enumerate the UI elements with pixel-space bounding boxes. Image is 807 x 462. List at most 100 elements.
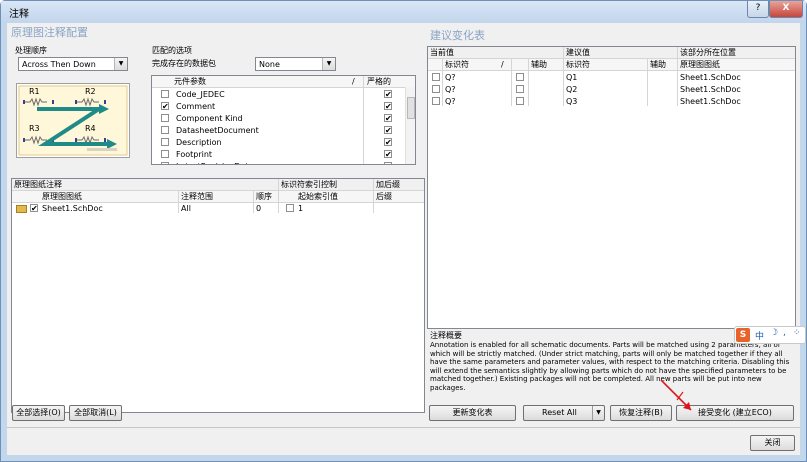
annotate-dialog: 注释 ? X 原理图注释配置 处理顺序 Across Then Down ▼ R… — [0, 0, 807, 462]
complete-packages-select[interactable]: None ▼ — [255, 57, 336, 71]
strict-checkbox[interactable]: ✔ — [384, 126, 392, 135]
change-checkbox[interactable] — [432, 97, 440, 105]
sheet-column-header: 原理图图纸 注释范围 顺序 起始索引值 后缀 — [12, 191, 424, 203]
col-current-sort: / — [501, 60, 504, 69]
sheet-name: Sheet1.SchDoc — [42, 204, 103, 213]
start-index-checkbox[interactable] — [286, 204, 294, 212]
sheet-start-index[interactable]: 1 — [298, 204, 303, 213]
strict-checkbox[interactable]: ✔ — [384, 138, 392, 147]
parameter-name: Footprint — [176, 150, 213, 159]
location-sheet: Sheet1.SchDoc — [680, 85, 741, 94]
col-location-sheet[interactable]: 原理图图纸 — [680, 59, 720, 70]
summary-title: 注释概要 — [430, 331, 462, 340]
cancel-all-button[interactable]: 全部取消(L) — [69, 405, 122, 421]
col-sort: / — [352, 77, 355, 86]
select-all-button[interactable]: 全部选择(O) — [12, 405, 65, 421]
parameter-checkbox[interactable] — [161, 150, 169, 158]
moon-icon[interactable]: ☽ — [770, 328, 778, 338]
changes-group-header: 当前值 建议值 该部分所在位置 — [428, 47, 795, 59]
close-button[interactable]: 关闭 — [750, 435, 795, 451]
change-row[interactable]: Q? Q2 Sheet1.SchDoc — [428, 83, 795, 95]
sheet-enable-checkbox[interactable]: ✔ — [30, 204, 38, 213]
parameter-checkbox[interactable] — [161, 90, 169, 98]
parameter-row[interactable]: Component Kind ✔ — [152, 112, 404, 124]
diagram-label-r1: R1 — [29, 87, 40, 96]
col-parameter[interactable]: 元件参数 — [174, 76, 206, 87]
parameter-row[interactable]: LatestRevisionDate ✔ — [152, 160, 404, 164]
folder-icon — [16, 205, 27, 213]
col-proposed-sub[interactable]: 辅助 — [650, 59, 666, 70]
change-row[interactable]: Q? Q3 Sheet1.SchDoc — [428, 95, 795, 107]
strict-checkbox[interactable]: ✔ — [384, 90, 392, 99]
col-sheet[interactable]: 原理图图纸 — [42, 191, 82, 202]
help-button[interactable]: ? — [747, 1, 769, 18]
change-checkbox[interactable] — [432, 85, 440, 93]
parameter-name: LatestRevisionDate — [176, 162, 253, 164]
strict-checkbox[interactable]: ✔ — [384, 162, 392, 164]
current-sub-checkbox[interactable] — [516, 73, 524, 81]
chevron-down-icon[interactable]: ▼ — [592, 406, 604, 420]
keyboard-icon[interactable]: ⁘ — [793, 328, 801, 338]
col-current-sub[interactable]: 辅助 — [531, 59, 547, 70]
proposed-changes-table: 当前值 建议值 该部分所在位置 标识符 / 辅助 标识符 辅助 原理图图纸 Q?… — [427, 46, 796, 329]
order-select[interactable]: Across Then Down ▼ — [18, 57, 128, 71]
chevron-down-icon: ▼ — [114, 58, 127, 70]
complete-packages-value: None — [259, 60, 280, 69]
parameter-name: Description — [176, 138, 222, 147]
parameter-checkbox[interactable] — [161, 114, 169, 122]
col-start-index[interactable]: 起始索引值 — [298, 191, 338, 202]
col-current-designator[interactable]: 标识符 — [445, 59, 469, 70]
group-index-control: 标识符索引控制 — [281, 180, 337, 189]
ime-lang[interactable]: 中 — [755, 329, 764, 342]
parameter-name: DatasheetDocument — [176, 126, 259, 135]
order-diagram: R1 R2 R3 R4 — [16, 83, 130, 158]
parameter-name: Code_JEDEC — [176, 90, 225, 99]
parameter-scrollbar[interactable] — [405, 87, 415, 164]
group-suffix: 加后缀 — [376, 180, 400, 189]
window-title: 注释 — [9, 9, 29, 20]
col-suffix[interactable]: 后缀 — [376, 191, 392, 202]
strict-checkbox[interactable]: ✔ — [384, 102, 392, 111]
update-changes-button[interactable]: 更新变化表 — [429, 405, 516, 421]
change-row[interactable]: Q? Q1 Sheet1.SchDoc — [428, 71, 795, 83]
ime-toolbar[interactable]: S 中 ☽ , ⁘ — [734, 326, 806, 344]
current-sub-checkbox[interactable] — [516, 85, 524, 93]
scroll-thumb[interactable] — [407, 97, 415, 119]
punctuation-icon[interactable]: , — [783, 328, 786, 338]
sheet-row[interactable]: ✔ Sheet1.SchDoc All 0 1 — [12, 203, 424, 214]
parameter-row[interactable]: Description ✔ — [152, 136, 404, 148]
parameter-name: Comment — [176, 102, 216, 111]
location-sheet: Sheet1.SchDoc — [680, 73, 741, 82]
col-proposed-designator[interactable]: 标识符 — [566, 59, 590, 70]
diagram-label-r2: R2 — [85, 87, 96, 96]
match-options-label: 匹配的选项 — [152, 46, 192, 55]
parameter-list-header: 元件参数 / 严格的 — [152, 76, 415, 88]
sheet-order[interactable]: 0 — [256, 204, 261, 213]
parameter-name: Component Kind — [176, 114, 243, 123]
parameter-checkbox[interactable] — [161, 138, 169, 146]
col-strict[interactable]: 严格的 — [367, 76, 391, 87]
parameter-checkbox[interactable] — [161, 162, 169, 164]
col-scope[interactable]: 注释范围 — [181, 191, 213, 202]
reset-all-button[interactable]: Reset All ▼ — [523, 405, 605, 421]
close-window-button[interactable]: X — [769, 1, 803, 18]
sheet-scope[interactable]: All — [181, 204, 191, 213]
strict-checkbox[interactable]: ✔ — [384, 150, 392, 159]
parameter-row[interactable]: DatasheetDocument ✔ — [152, 124, 404, 136]
summary-text: Annotation is enabled for all schematic … — [430, 341, 790, 392]
parameter-row[interactable]: ✔ Comment ✔ — [152, 100, 404, 112]
reset-all-label: Reset All — [542, 408, 577, 417]
change-checkbox[interactable] — [432, 73, 440, 81]
strict-checkbox[interactable]: ✔ — [384, 114, 392, 123]
changes-column-header: 标识符 / 辅助 标识符 辅助 原理图图纸 — [428, 59, 795, 71]
parameter-checkbox[interactable]: ✔ — [161, 102, 169, 111]
col-order[interactable]: 顺序 — [256, 191, 272, 202]
annotation-arrow — [660, 379, 692, 411]
sheet-annotation-table: 原理图纸注释 标识符索引控制 加后缀 原理图图纸 注释范围 顺序 起始索引值 后… — [11, 178, 425, 413]
current-sub-checkbox[interactable] — [516, 97, 524, 105]
parameter-checkbox[interactable] — [161, 126, 169, 134]
sheet-group-header: 原理图纸注释 标识符索引控制 加后缀 — [12, 179, 424, 191]
proposed-designator: Q2 — [566, 85, 578, 94]
parameter-row[interactable]: Footprint ✔ — [152, 148, 404, 160]
parameter-row[interactable]: Code_JEDEC ✔ — [152, 88, 404, 100]
